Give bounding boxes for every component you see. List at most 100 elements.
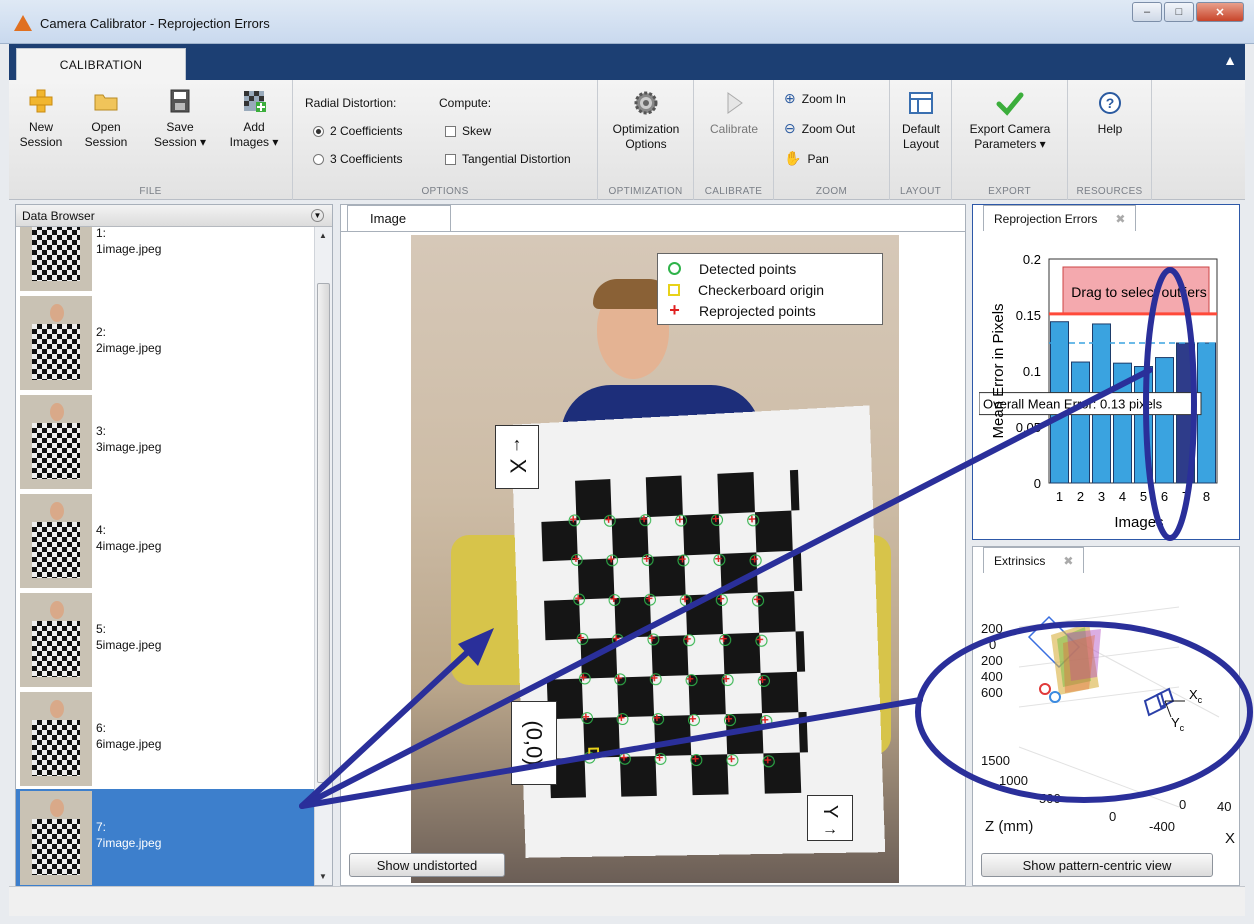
show-pattern-centric-view-button[interactable]: Show pattern-centric view [981, 853, 1213, 877]
data-browser: Data Browser ▼ 1: 1image.jpeg 2: 2image.jpe… [15, 204, 333, 887]
ext-xtick: 0 [1179, 797, 1186, 812]
add-images-icon [244, 91, 266, 112]
export-label-1: Export Camera [969, 122, 1051, 136]
tab-extrinsics[interactable]: Extrinsics ✖ [983, 547, 1085, 573]
list-item[interactable]: 3: 3image.jpeg [16, 393, 314, 491]
list-item[interactable]: 5: 5image.jpeg [16, 591, 314, 689]
checkerboard-origin-point [588, 747, 600, 759]
zoom-in-button[interactable]: ⊕ Zoom In [784, 90, 846, 107]
zoom-out-label: Zoom Out [801, 121, 856, 136]
y-axis-marker: Y → [807, 795, 853, 841]
thumbnail-face [50, 700, 64, 718]
ext-x-axis-label: X [1225, 830, 1235, 847]
scroll-up-icon[interactable]: ▲ [319, 231, 327, 240]
origin-label: (0,0) [522, 720, 547, 766]
tab-calibration[interactable]: CALIBRATION [16, 48, 186, 80]
green-circle-icon [668, 262, 681, 275]
detected-point [606, 553, 619, 567]
cam-y-label: Yc [1171, 715, 1185, 733]
skew-checkbox[interactable]: Skew [445, 124, 491, 138]
new-session-label-1: New [28, 120, 53, 134]
list-item-name: 3image.jpeg [96, 440, 162, 454]
panel-menu-icon[interactable]: ▼ [311, 209, 324, 222]
default-layout-button[interactable]: Default Layout [894, 90, 948, 152]
detected-point [718, 633, 732, 647]
extrinsics-panel: Extrinsics ✖ Xc Yc 200 0 200 400 600 150… [972, 546, 1240, 886]
extrinsics-plot[interactable]: Xc Yc 200 0 200 400 600 1500 1000 500 0 … [979, 577, 1235, 847]
data-browser-header: Data Browser ▼ [16, 205, 332, 227]
export-group-label: EXPORT [988, 186, 1031, 197]
list-item-label: 6: 6image.jpeg [96, 720, 161, 752]
export-group: Export Camera Parameters ▾ EXPORT [952, 80, 1068, 200]
title-bar: Camera Calibrator - Reprojection Errors … [0, 0, 1254, 44]
x-tick-label: 3 [1098, 489, 1105, 504]
radio-2-coefficients-label: 2 Coefficients [330, 124, 403, 138]
detected-point [616, 712, 629, 725]
show-undistorted-button[interactable]: Show undistorted [349, 853, 505, 877]
detected-point [682, 633, 695, 646]
list-item[interactable]: 2: 2image.jpeg [16, 294, 314, 392]
zoom-out-icon: ⊖ [784, 120, 796, 136]
pan-button[interactable]: ✋ Pan [784, 150, 829, 167]
x-axis-marker: ↑ X [495, 425, 539, 489]
calibrate-button[interactable]: Calibrate [698, 90, 770, 137]
y-axis-label: Y [819, 804, 842, 818]
maximize-button[interactable]: □ [1164, 2, 1194, 22]
window-controls: – □ ✕ [1132, 2, 1244, 22]
open-session-label-1: Open [91, 120, 121, 134]
list-item-label: 2: 2image.jpeg [96, 324, 161, 356]
add-images-button[interactable]: Add Images ▾ [223, 88, 285, 150]
thumbnail-face [50, 502, 64, 520]
radio-2-coefficients[interactable]: 2 Coefficients [313, 124, 403, 138]
help-icon: ? [1099, 92, 1121, 114]
radio-3-coefficients-label: 3 Coefficients [330, 152, 403, 166]
new-session-label-2: Session [19, 135, 63, 149]
collapse-ribbon-icon[interactable]: ▲ [1223, 52, 1237, 68]
error-bar [1071, 361, 1090, 484]
legend-detected: Detected points [668, 258, 872, 279]
new-session-button[interactable]: New Session [15, 88, 67, 150]
close-tab-icon[interactable]: ✖ [1063, 554, 1073, 568]
list-item[interactable]: 4: 4image.jpeg [16, 492, 314, 590]
y-axis-label: Mean Error in Pixels [990, 303, 1007, 438]
zoom-out-button[interactable]: ⊖ Zoom Out [784, 120, 855, 137]
list-item[interactable]: 1: 1image.jpeg [16, 227, 314, 293]
list-item[interactable]: 7: 7image.jpeg [16, 789, 314, 887]
thumbnail-face [50, 304, 64, 322]
ext-ytick: 200 [981, 621, 1003, 636]
list-item[interactable]: 6: 6image.jpeg [16, 690, 314, 788]
radio-3-coefficients[interactable]: 3 Coefficients [313, 152, 403, 166]
x-axis-label: Images [1114, 514, 1163, 531]
help-button[interactable]: ? Help [1076, 90, 1144, 137]
legend-origin-label: Checkerboard origin [698, 281, 825, 298]
tangential-distortion-label: Tangential Distortion [462, 152, 571, 166]
calibrate-group-label: CALIBRATE [704, 186, 763, 197]
tangential-distortion-checkbox[interactable]: Tangential Distortion [445, 152, 571, 166]
list-item-index: 4: [96, 523, 107, 537]
image-thumbnail [20, 791, 92, 885]
pattern-marker [1049, 691, 1061, 703]
close-tab-icon[interactable]: ✖ [1115, 212, 1125, 226]
matlab-icon [14, 15, 32, 31]
compute-label: Compute: [439, 96, 492, 110]
browser-scrollbar[interactable]: ▲ ▼ [314, 227, 332, 885]
default-layout-label-2: Layout [902, 137, 940, 151]
x-tick-label: 1 [1056, 489, 1063, 504]
minimize-button[interactable]: – [1132, 2, 1162, 22]
save-session-button[interactable]: Save Session ▾ [147, 88, 213, 150]
open-session-button[interactable]: Open Session [81, 88, 131, 150]
reprojection-chart[interactable]: 1 2 3 4 5 6 7 8 0 0.05 0.1 0.15 0.2 Drag to select ou… [979, 235, 1235, 535]
radio-on-icon [313, 125, 324, 137]
x-tick-label: 8 [1203, 489, 1210, 504]
tab-image[interactable]: Image [347, 205, 451, 231]
list-item-index: 2: [96, 325, 107, 339]
image-thumbnail [20, 395, 92, 489]
scroll-down-icon[interactable]: ▼ [319, 872, 327, 881]
scroll-thumb[interactable] [317, 283, 330, 783]
tab-reprojection-errors[interactable]: Reprojection Errors ✖ [983, 205, 1137, 231]
y-tick-label: 0 [1034, 476, 1041, 491]
y-tick-label: 0.15 [1016, 308, 1041, 323]
export-camera-parameters-button[interactable]: Export Camera Parameters ▾ [956, 90, 1064, 152]
optimization-options-button[interactable]: Optimization Options [602, 90, 690, 152]
close-button[interactable]: ✕ [1196, 2, 1244, 22]
